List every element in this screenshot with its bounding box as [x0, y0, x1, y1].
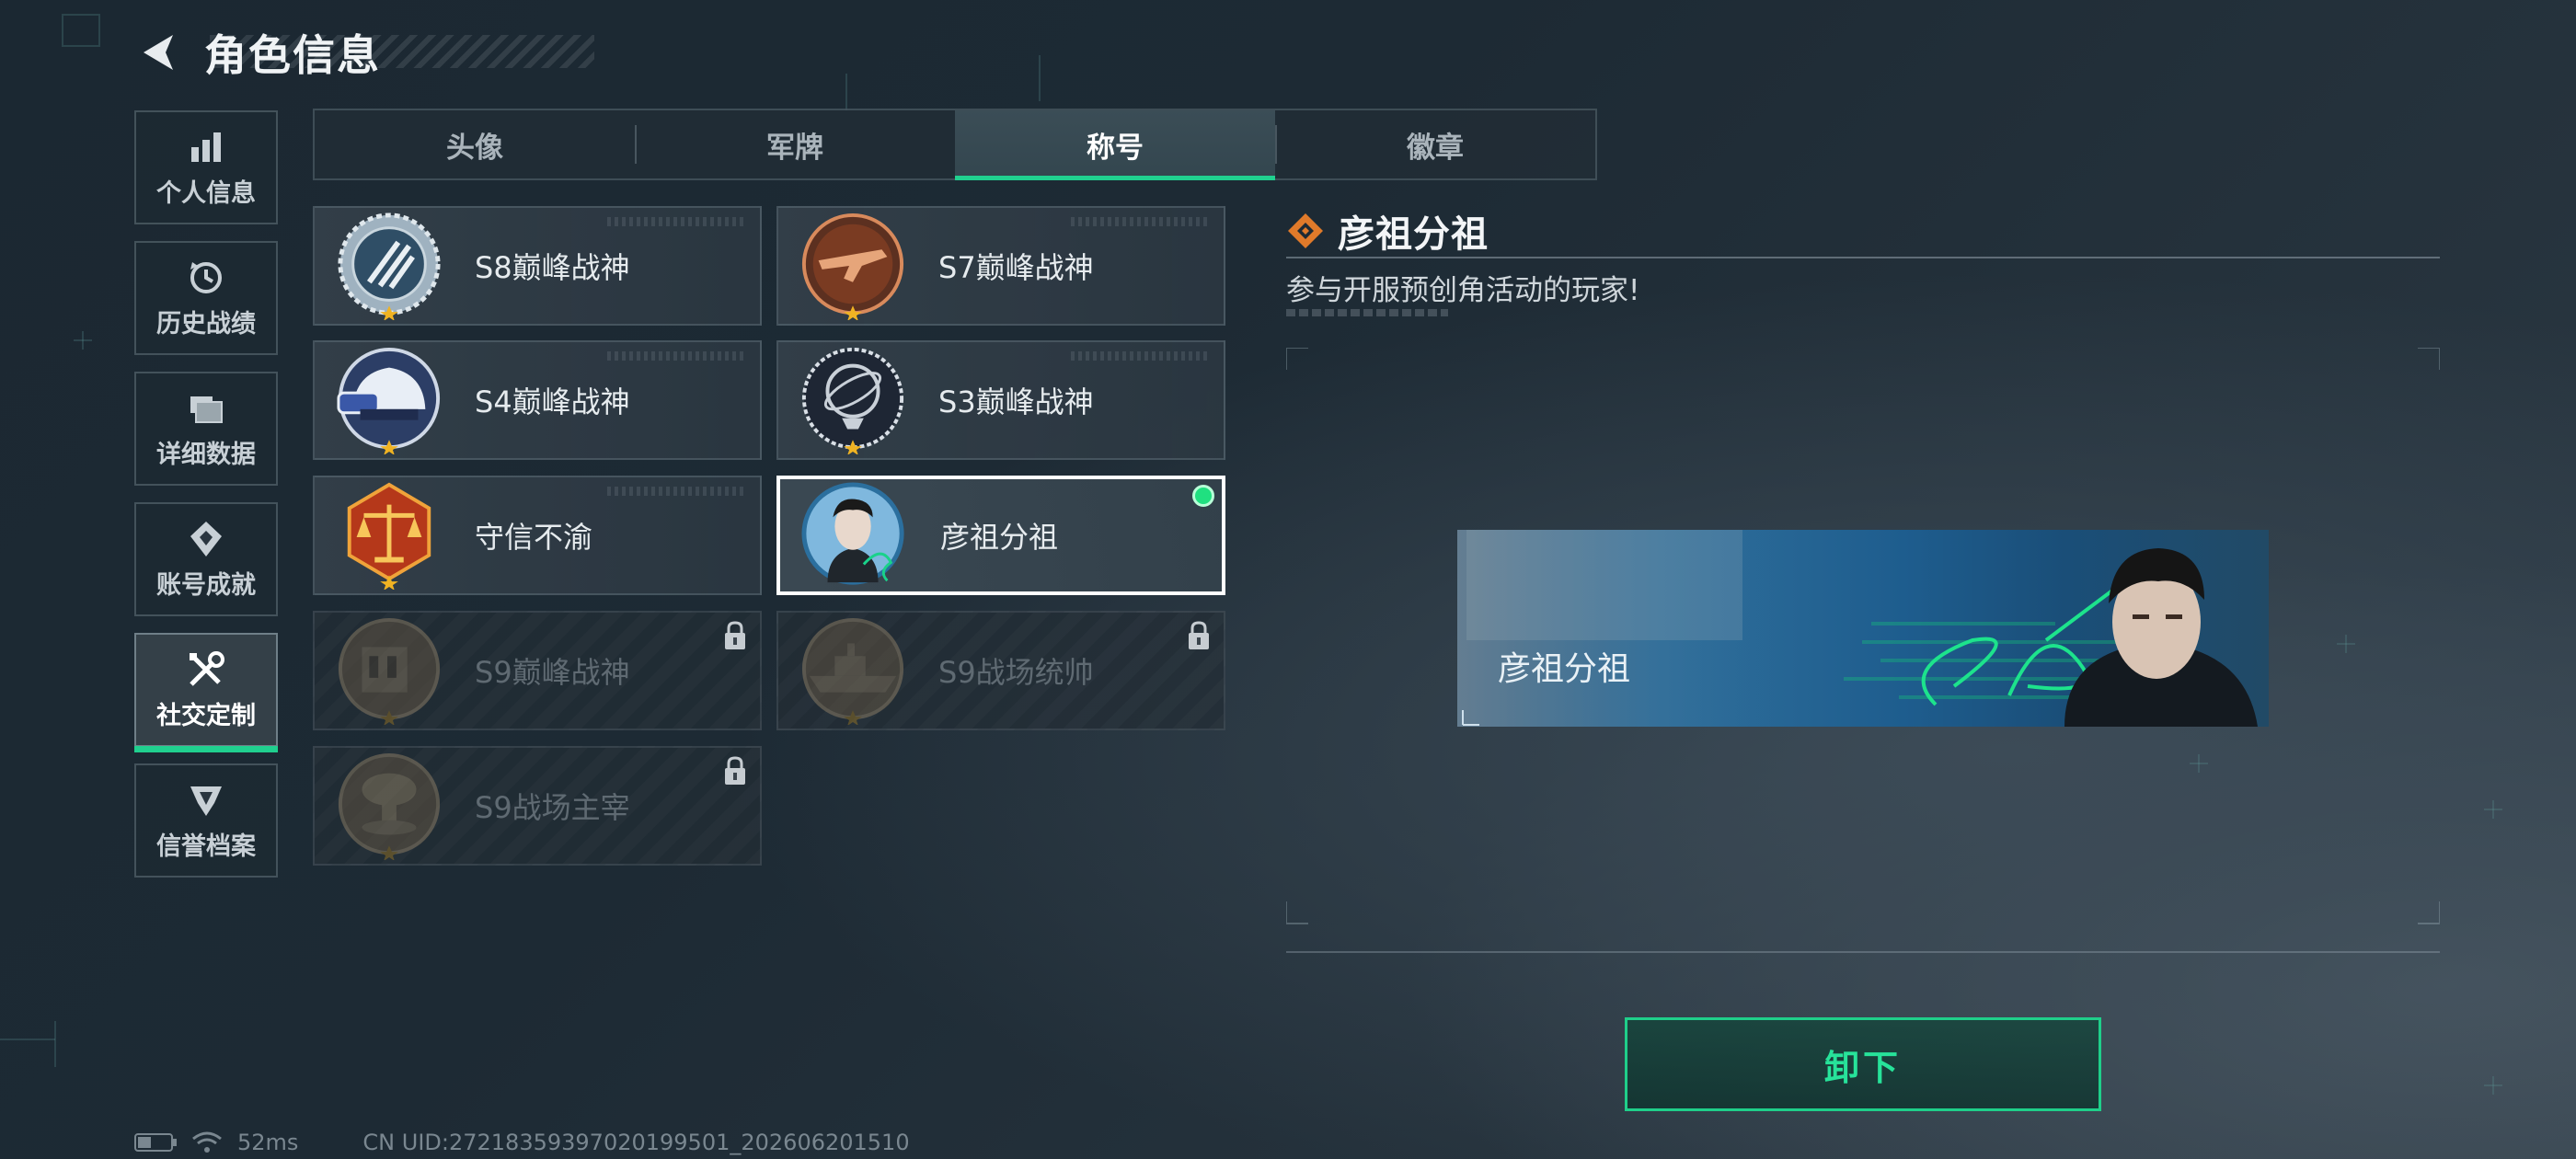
divider [1286, 951, 2440, 953]
sidebar: 个人信息 历史战绩 详细数据 账号成就 社交定制 信誉档案 [134, 110, 282, 894]
portrait-emblem-icon [801, 482, 904, 585]
sidebar-item-label: 详细数据 [156, 440, 256, 469]
category-tabs: 头像 军牌 称号 徽章 [313, 109, 1597, 180]
detail-header: 彦祖分祖 [1286, 204, 1489, 258]
title-diamond-icon [1288, 213, 1323, 248]
sidebar-item-label: 信誉档案 [156, 832, 256, 861]
title-card-locked[interactable]: S9战场主宰 [313, 746, 762, 866]
sidebar-item-achievements[interactable]: 账号成就 [134, 502, 278, 616]
title-card-label: S9战场统帅 [938, 655, 1094, 690]
history-icon [186, 258, 226, 298]
wifi-icon [192, 1131, 222, 1153]
title-card-selected[interactable]: 彦祖分祖 [776, 476, 1225, 595]
ship-emblem-icon [801, 617, 904, 725]
title-card-label: S9战场主宰 [475, 790, 630, 825]
card-decoration [607, 217, 745, 226]
sidebar-item-label: 账号成就 [156, 570, 256, 600]
s8-emblem-icon [338, 212, 441, 320]
lock-icon [725, 621, 745, 649]
s4-emblem-icon [337, 347, 441, 454]
uid-readout: CN UID:27218359397020199501_202606201510 [362, 1130, 910, 1155]
detail-description: 参与开服预创角活动的玩家! [1286, 274, 1640, 307]
card-decoration [1071, 217, 1209, 226]
sidebar-item-label: 个人信息 [156, 178, 256, 208]
battery-icon [134, 1133, 177, 1152]
unequip-button-label: 卸下 [1823, 1047, 1902, 1088]
tab-dog-tag[interactable]: 军牌 [635, 110, 955, 178]
sidebar-item-detailed-data[interactable]: 详细数据 [134, 372, 278, 486]
title-card[interactable]: S8巅峰战神 [313, 206, 762, 326]
tab-avatar[interactable]: 头像 [315, 110, 635, 178]
tools-icon [186, 649, 226, 690]
sidebar-item-personal-info[interactable]: 个人信息 [134, 110, 278, 224]
title-card[interactable]: 守信不渝 [313, 476, 762, 595]
sidebar-item-label: 社交定制 [156, 701, 256, 730]
tab-badge[interactable]: 徽章 [1275, 110, 1595, 178]
status-bar: 52ms CN UID:27218359397020199501_2026062… [134, 1130, 910, 1155]
title-card[interactable]: S4巅峰战神 [313, 340, 762, 460]
title-banner-preview: 彦祖分祖 [1457, 530, 2269, 727]
ping-readout: 52ms [237, 1130, 299, 1155]
page-header: 角色信息 [136, 26, 381, 80]
card-decoration [607, 351, 745, 361]
unequip-button[interactable]: 卸下 [1625, 1017, 2101, 1111]
divider [1286, 257, 2440, 258]
back-arrow-icon[interactable] [136, 29, 182, 75]
sidebar-item-history[interactable]: 历史战绩 [134, 241, 278, 355]
card-decoration [607, 487, 745, 496]
title-card-locked[interactable]: S9战场统帅 [776, 611, 1225, 730]
title-card-label: S9巅峰战神 [475, 655, 630, 690]
card-decoration [1071, 351, 1209, 361]
page-title: 角色信息 [204, 30, 381, 80]
banner-art [1457, 530, 2269, 727]
lock-icon [1189, 621, 1209, 649]
title-card-label: 守信不渝 [475, 520, 593, 555]
s3-emblem-icon [801, 347, 904, 454]
scales-emblem-icon [347, 482, 431, 590]
detail-title: 彦祖分祖 [1338, 213, 1489, 256]
sidebar-item-credit-file[interactable]: 信誉档案 [134, 763, 278, 878]
mushroom-cloud-emblem-icon [338, 752, 441, 860]
title-card-locked[interactable]: S9巅峰战神 [313, 611, 762, 730]
lock-icon [725, 756, 745, 785]
folder-icon [186, 388, 226, 429]
sidebar-item-social-customize[interactable]: 社交定制 [134, 633, 278, 752]
s7-emblem-icon [801, 212, 904, 320]
title-card-label: 彦祖分祖 [940, 520, 1059, 555]
equipped-indicator [1192, 485, 1214, 507]
title-card-label: S4巅峰战神 [475, 384, 630, 419]
title-card-label: S7巅峰战神 [938, 250, 1094, 285]
credit-shield-icon [186, 780, 226, 820]
bar-chart-icon [186, 127, 226, 167]
title-card[interactable]: S3巅峰战神 [776, 340, 1225, 460]
title-card-label: S3巅峰战神 [938, 384, 1094, 419]
achievement-icon [186, 519, 226, 559]
s9-emblem-icon [338, 617, 441, 725]
sidebar-item-label: 历史战绩 [156, 309, 256, 339]
banner-title-label: 彦祖分祖 [1498, 650, 1631, 688]
description-underline [1286, 309, 1448, 316]
tab-title[interactable]: 称号 [955, 110, 1275, 180]
title-card[interactable]: S7巅峰战神 [776, 206, 1225, 326]
title-card-label: S8巅峰战神 [475, 250, 630, 285]
